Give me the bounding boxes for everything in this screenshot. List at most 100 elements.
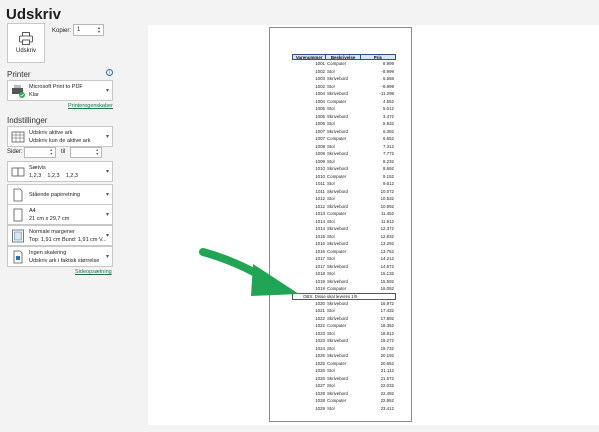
cell-beskrivelse: Stol — [327, 405, 335, 411]
cell-pris: 17.892 — [380, 315, 394, 321]
print-preview-page: Varenummer Beskrivelse Pris 1001 Computer… — [269, 27, 412, 422]
table-row: 1012 Skrivebord 10.992 — [292, 203, 396, 211]
collate-select[interactable]: Sætvis 1,2,3 1,2,3 1,2,3 ▾ — [7, 161, 113, 182]
copies-input[interactable]: 1 ▲ ▼ — [73, 24, 104, 36]
cell-beskrivelse: Stol — [327, 196, 335, 201]
cell-varenummer: 1008 — [315, 143, 325, 149]
table-row: 1014 Skrivebord 12.372 — [292, 225, 396, 233]
copies-value: 1 — [77, 27, 81, 33]
cell-varenummer: 1007 — [315, 136, 325, 141]
printer-select[interactable]: Microsoft Print to PDF Klar ▾ — [7, 80, 113, 101]
cell-beskrivelse: Stol — [327, 368, 335, 373]
cell-pris: 20.192 — [380, 353, 394, 358]
printer-heading: Printer — [7, 70, 31, 79]
cell-beskrivelse: Skrivebord — [327, 203, 348, 209]
cell-varenummer: 1004 — [315, 91, 325, 96]
cell-beskrivelse: Skrivebord — [327, 375, 348, 381]
print-what-select[interactable]: Udskriv aktive ark Udskriv kun de aktive… — [7, 126, 113, 147]
table-row: 1018 Stol 15.132 — [292, 270, 396, 278]
collate-line2: 1,2,3 1,2,3 1,2,3 — [29, 172, 78, 179]
pages-to-label: til — [61, 149, 66, 155]
printer-properties-link[interactable]: Printeregenskaber — [68, 103, 113, 109]
table-row: 1012 Stol 10.532 — [292, 195, 396, 203]
pages-from-spinner[interactable]: ▲ ▼ — [50, 148, 53, 156]
cell-beskrivelse: Stol — [327, 68, 335, 74]
table-row: 1021 Stol 17.432 — [292, 307, 396, 315]
preview-note: OBS: Disse skal leveres 1/5 — [303, 293, 358, 299]
cell-pris: 6.652 — [383, 136, 394, 141]
cell-pris: 7.772 — [383, 151, 394, 156]
cell-pris: 23.412 — [380, 405, 394, 411]
scaling-line1: Ingen skalering — [29, 249, 67, 256]
pages-to-input[interactable]: ▲ ▼ — [70, 147, 102, 158]
cell-beskrivelse: Computer — [327, 98, 347, 104]
pages-from-input[interactable]: ▲ ▼ — [24, 147, 56, 158]
cell-beskrivelse: Stol — [327, 83, 335, 89]
cell-varenummer: 1023 — [315, 338, 325, 343]
cell-pris: 6.392 — [383, 128, 394, 134]
cell-pris: 12.832 — [380, 233, 394, 239]
table-row: 1005 Skrivebord 3.472 — [292, 113, 396, 121]
cell-varenummer: 1028 — [315, 390, 325, 396]
cell-pris: 3.472 — [383, 113, 394, 119]
print-what-line2: Udskriv kun de aktive ark — [29, 137, 91, 144]
table-row: 1013 Computer 11.452 — [292, 210, 396, 218]
chevron-down-icon: ▾ — [105, 192, 109, 198]
cell-pris: 5.012 — [383, 106, 394, 111]
print-button-label: Udskriv — [15, 48, 36, 54]
cell-beskrivelse: Stol — [327, 218, 335, 224]
paper-icon — [13, 208, 23, 221]
cell-pris: 18.812 — [380, 330, 394, 336]
header-varenummer: Varenummer — [293, 55, 327, 60]
table-row: 1026 Skrivebord 21.572 — [292, 375, 396, 383]
cell-pris: 10.532 — [380, 196, 394, 201]
table-row: 1009 Stol 8.232 — [292, 158, 396, 166]
table-row: 1007 Skrivebord 6.392 — [292, 128, 396, 136]
orientation-select[interactable]: Stående papirretning ▾ — [7, 184, 113, 205]
print-button[interactable]: Udskriv — [7, 23, 45, 63]
collate-icon — [11, 167, 25, 176]
margins-select[interactable]: Normale margener Top: 1,91 cm Bund: 1,91… — [7, 225, 113, 246]
copies-spinner[interactable]: ▲ ▼ — [97, 26, 101, 34]
table-row: 1004 Skrivebord -11.299 — [292, 90, 396, 98]
cell-pris: 13.752 — [380, 248, 394, 254]
cell-beskrivelse: Computer — [327, 323, 347, 328]
table-row: 1025 Skrivebord 20.192 — [292, 352, 396, 360]
cell-beskrivelse: Skrivebord — [327, 151, 348, 156]
cell-varenummer: 1028 — [315, 398, 325, 403]
cell-varenummer: 1005 — [315, 106, 325, 111]
chevron-down-icon: ▾ — [105, 88, 109, 94]
cell-varenummer: 1003 — [315, 76, 325, 81]
cell-varenummer: 1011 — [315, 188, 325, 194]
cell-beskrivelse: Skrivebord — [327, 263, 348, 269]
cell-beskrivelse: Skrivebord — [327, 113, 348, 119]
table-row: 1010 Computer 9.152 — [292, 173, 396, 181]
portrait-icon — [13, 188, 23, 201]
paper-size-select[interactable]: A4 21 cm x 29,7 cm ▾ — [7, 204, 113, 225]
page-setup-link[interactable]: Sideopsætning — [75, 269, 112, 275]
cell-beskrivelse: Stol — [327, 158, 335, 164]
cell-varenummer: 1025 — [315, 360, 325, 366]
table-row: 1025 Computer 20.652 — [292, 360, 396, 368]
cell-beskrivelse: Skrivebord — [327, 278, 348, 284]
info-icon[interactable]: i — [106, 69, 113, 76]
table-row: 1026 Stol 21.112 — [292, 367, 396, 375]
table-row: 1022 Skrivebord 17.892 — [292, 315, 396, 323]
table-row: 1023 Stol 18.812 — [292, 330, 396, 338]
cell-pris: 22.032 — [380, 383, 394, 388]
cell-varenummer: 1010 — [315, 166, 325, 171]
margins-line2: Top: 1,91 cm Bund: 1,91 cm V... — [29, 236, 106, 243]
cell-varenummer: 1029 — [315, 405, 325, 411]
cell-varenummer: 1008 — [315, 151, 325, 156]
table-row: 1003 Skrivebord 5.558 — [292, 75, 396, 83]
table-row: 1029 Stol 23.412 — [292, 405, 396, 413]
cell-beskrivelse: Computer — [327, 248, 347, 254]
table-row: 1011 Skrivebord 10.072 — [292, 188, 396, 196]
cell-pris: 21.112 — [380, 368, 394, 373]
table-row: 1008 Stol 7.312 — [292, 143, 396, 151]
table-row: 1005 Stol 5.012 — [292, 105, 396, 113]
scaling-select[interactable]: Ingen skalering Udskriv ark i faktisk st… — [7, 246, 113, 267]
pages-to-spinner[interactable]: ▲ ▼ — [96, 148, 99, 156]
sheet-icon — [11, 131, 25, 142]
table-row: 1027 Stol 22.032 — [292, 382, 396, 390]
